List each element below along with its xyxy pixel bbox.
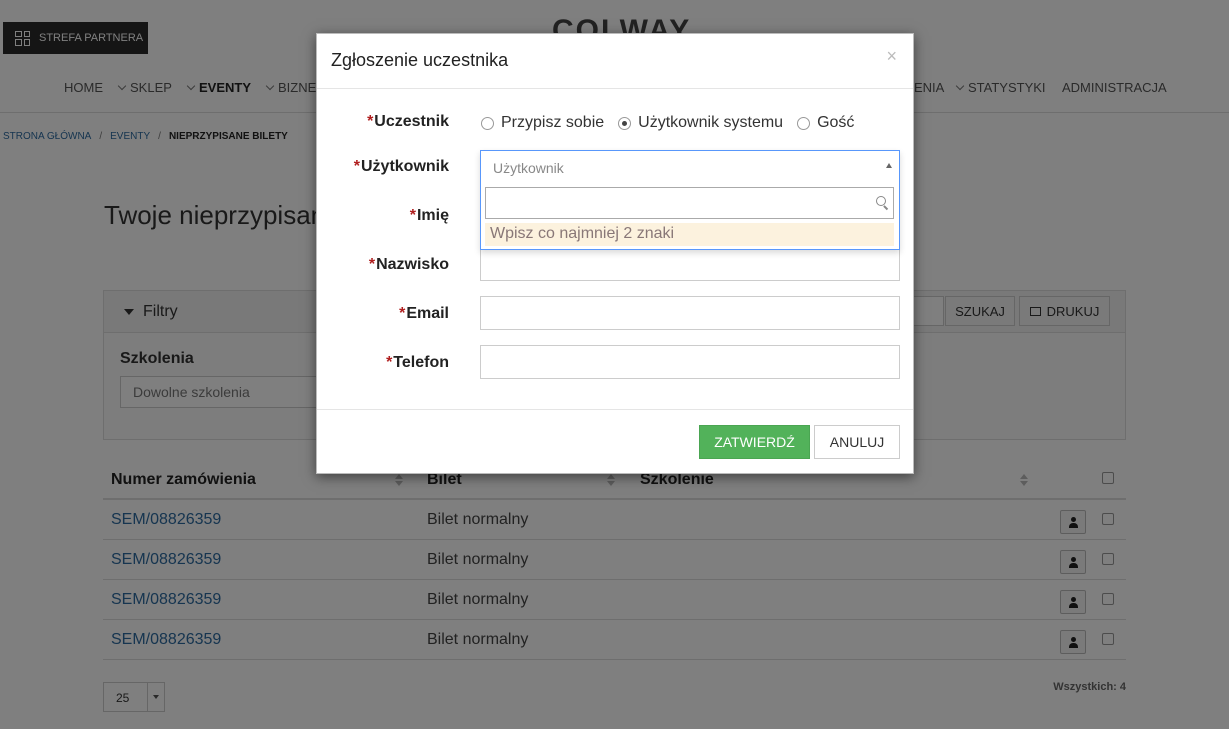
user-select-placeholder: Użytkownik [493,160,564,176]
radio-button-selected[interactable] [618,116,632,130]
modal-header: Zgłoszenie uczestnika × [317,34,913,89]
chevron-up-icon[interactable] [886,163,892,168]
last-name-label: *Nazwisko [369,256,449,274]
participant-modal: Zgłoszenie uczestnika × *Uczestnik Przyp… [316,33,914,474]
min-chars-message: Wpisz co najmniej 2 znaki [485,223,894,246]
user-label-text: Użytkownik [360,158,449,175]
required-mark: * [399,305,406,322]
phone-label: *Telefon [386,354,449,372]
radio-system-user[interactable]: Użytkownik systemu [618,114,783,132]
required-mark: * [353,158,360,175]
submit-button[interactable]: ZATWIERDŹ [699,425,810,459]
radio-button[interactable] [797,116,811,130]
email-input[interactable] [480,296,900,330]
email-label: *Email [399,305,449,323]
user-label: *Użytkownik [354,158,449,176]
close-icon[interactable]: × [886,47,897,65]
required-mark: * [367,113,374,130]
last-name-input[interactable] [480,247,900,281]
radio-assign-self-label: Przypisz sobie [501,114,605,131]
radio-button[interactable] [481,116,494,130]
phone-label-text: Telefon [393,354,449,371]
user-search-input[interactable] [485,187,894,219]
radio-system-user-label: Użytkownik systemu [638,114,784,131]
radio-assign-self[interactable]: Przypisz sobie [481,114,604,132]
required-mark: * [386,354,393,371]
first-name-label: *Imię [410,207,449,225]
email-label-text: Email [406,305,449,322]
participant-label-text: Uczestnik [374,113,449,130]
radio-guest[interactable]: Gość [797,114,854,132]
modal-footer-divider [317,409,913,410]
modal-title: Zgłoszenie uczestnika [331,50,509,70]
search-icon [876,196,886,206]
first-name-label-text: Imię [416,207,449,224]
participant-radio-group: Przypisz sobie Użytkownik systemu Gość [481,114,868,132]
required-mark: * [368,256,376,273]
cancel-button[interactable]: ANULUJ [814,425,900,459]
radio-guest-label: Gość [817,114,855,131]
user-select-dropdown[interactable]: Użytkownik Wpisz co najmniej 2 znaki [480,150,900,250]
required-mark: * [409,207,416,224]
phone-input[interactable] [480,345,900,379]
participant-label: *Uczestnik [367,113,449,131]
last-name-label-text: Nazwisko [376,256,449,273]
